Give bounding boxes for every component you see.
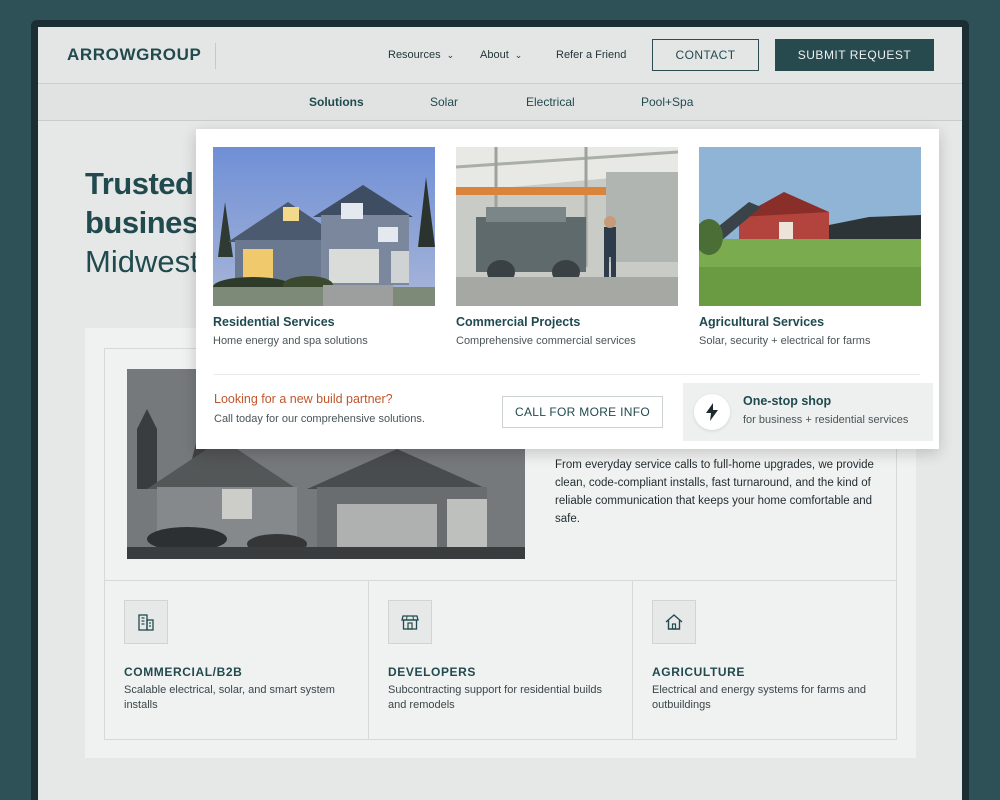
agricultural-services-image[interactable]	[699, 147, 921, 306]
solutions-mega-menu: Residential Services Home energy and spa…	[196, 129, 939, 449]
nav-refer-a-friend[interactable]: Refer a Friend	[556, 49, 626, 61]
call-for-more-info-button[interactable]: CALL FOR MORE INFO	[502, 396, 663, 428]
tab-solar[interactable]: Solar	[430, 95, 458, 109]
column-description: Electrical and energy systems for farms …	[652, 684, 866, 711]
commercial-projects-subtitle: Comprehensive commercial services	[456, 335, 636, 347]
column-title: AGRICULTURE	[652, 665, 746, 679]
mega-menu-divider	[214, 374, 920, 375]
column-commercial-b2b[interactable]: COMMERCIAL/B2B Scalable electrical, sola…	[105, 581, 369, 739]
column-description: Subcontracting support for residential b…	[388, 684, 603, 711]
nav-resources[interactable]: Resources ⌄	[388, 49, 454, 61]
column-agriculture[interactable]: AGRICULTURE Electrical and energy system…	[633, 581, 896, 739]
services-description: From everyday service calls to full-home…	[555, 459, 874, 525]
build-partner-heading: Looking for a new build partner?	[214, 392, 393, 406]
site-header: ARROWGROUP Resources ⌄ About ⌄ Refer a Fri…	[38, 27, 962, 84]
site-logo[interactable]: ARROWGROUP	[67, 45, 201, 65]
column-title: COMMERCIAL/B2B	[124, 665, 243, 679]
agricultural-services-subtitle: Solar, security + electrical for farms	[699, 335, 871, 347]
commercial-projects-title[interactable]: Commercial Projects	[456, 315, 580, 329]
contact-button[interactable]: CONTACT	[652, 39, 759, 71]
hero-heading-line-3: Midwest	[85, 244, 199, 279]
submit-request-button[interactable]: SUBMIT REQUEST	[775, 39, 934, 71]
browser-screen: ARROWGROUP Resources ⌄ About ⌄ Refer a Fri…	[38, 27, 962, 800]
house-icon	[652, 600, 696, 644]
residential-services-subtitle: Home energy and spa solutions	[213, 335, 368, 347]
chevron-down-icon: ⌄	[446, 50, 455, 60]
one-stop-shop-panel[interactable]: One-stop shop for business + residential…	[683, 383, 933, 441]
residential-services-image[interactable]	[213, 147, 435, 306]
column-developers[interactable]: DEVELOPERS Subcontracting support for re…	[369, 581, 633, 739]
building-icon	[124, 600, 168, 644]
tab-pool-spa[interactable]: Pool+Spa	[641, 95, 693, 109]
lightning-bolt-icon	[694, 394, 730, 430]
nav-resources-label: Resources	[388, 49, 441, 61]
storefront-icon	[388, 600, 432, 644]
service-columns: COMMERCIAL/B2B Scalable electrical, sola…	[105, 580, 896, 739]
one-stop-shop-subtitle: for business + residential services	[743, 414, 909, 426]
column-title: DEVELOPERS	[388, 665, 477, 679]
commercial-projects-image[interactable]	[456, 147, 678, 306]
solutions-subnav: Solutions Solar Electrical Pool+Spa	[38, 84, 962, 121]
residential-services-title[interactable]: Residential Services	[213, 315, 335, 329]
nav-about-label: About	[480, 49, 509, 61]
column-description: Scalable electrical, solar, and smart sy…	[124, 684, 335, 711]
hero-heading-line-1: Trusted	[85, 166, 194, 201]
agricultural-services-title[interactable]: Agricultural Services	[699, 315, 824, 329]
build-partner-subtitle: Call today for our comprehensive solutio…	[214, 413, 425, 425]
one-stop-shop-title: One-stop shop	[743, 394, 832, 408]
tab-solutions[interactable]: Solutions	[309, 95, 364, 109]
chevron-down-icon: ⌄	[514, 50, 523, 60]
logo-divider	[215, 43, 216, 69]
nav-about[interactable]: About ⌄	[480, 49, 522, 61]
tab-electrical[interactable]: Electrical	[526, 95, 575, 109]
